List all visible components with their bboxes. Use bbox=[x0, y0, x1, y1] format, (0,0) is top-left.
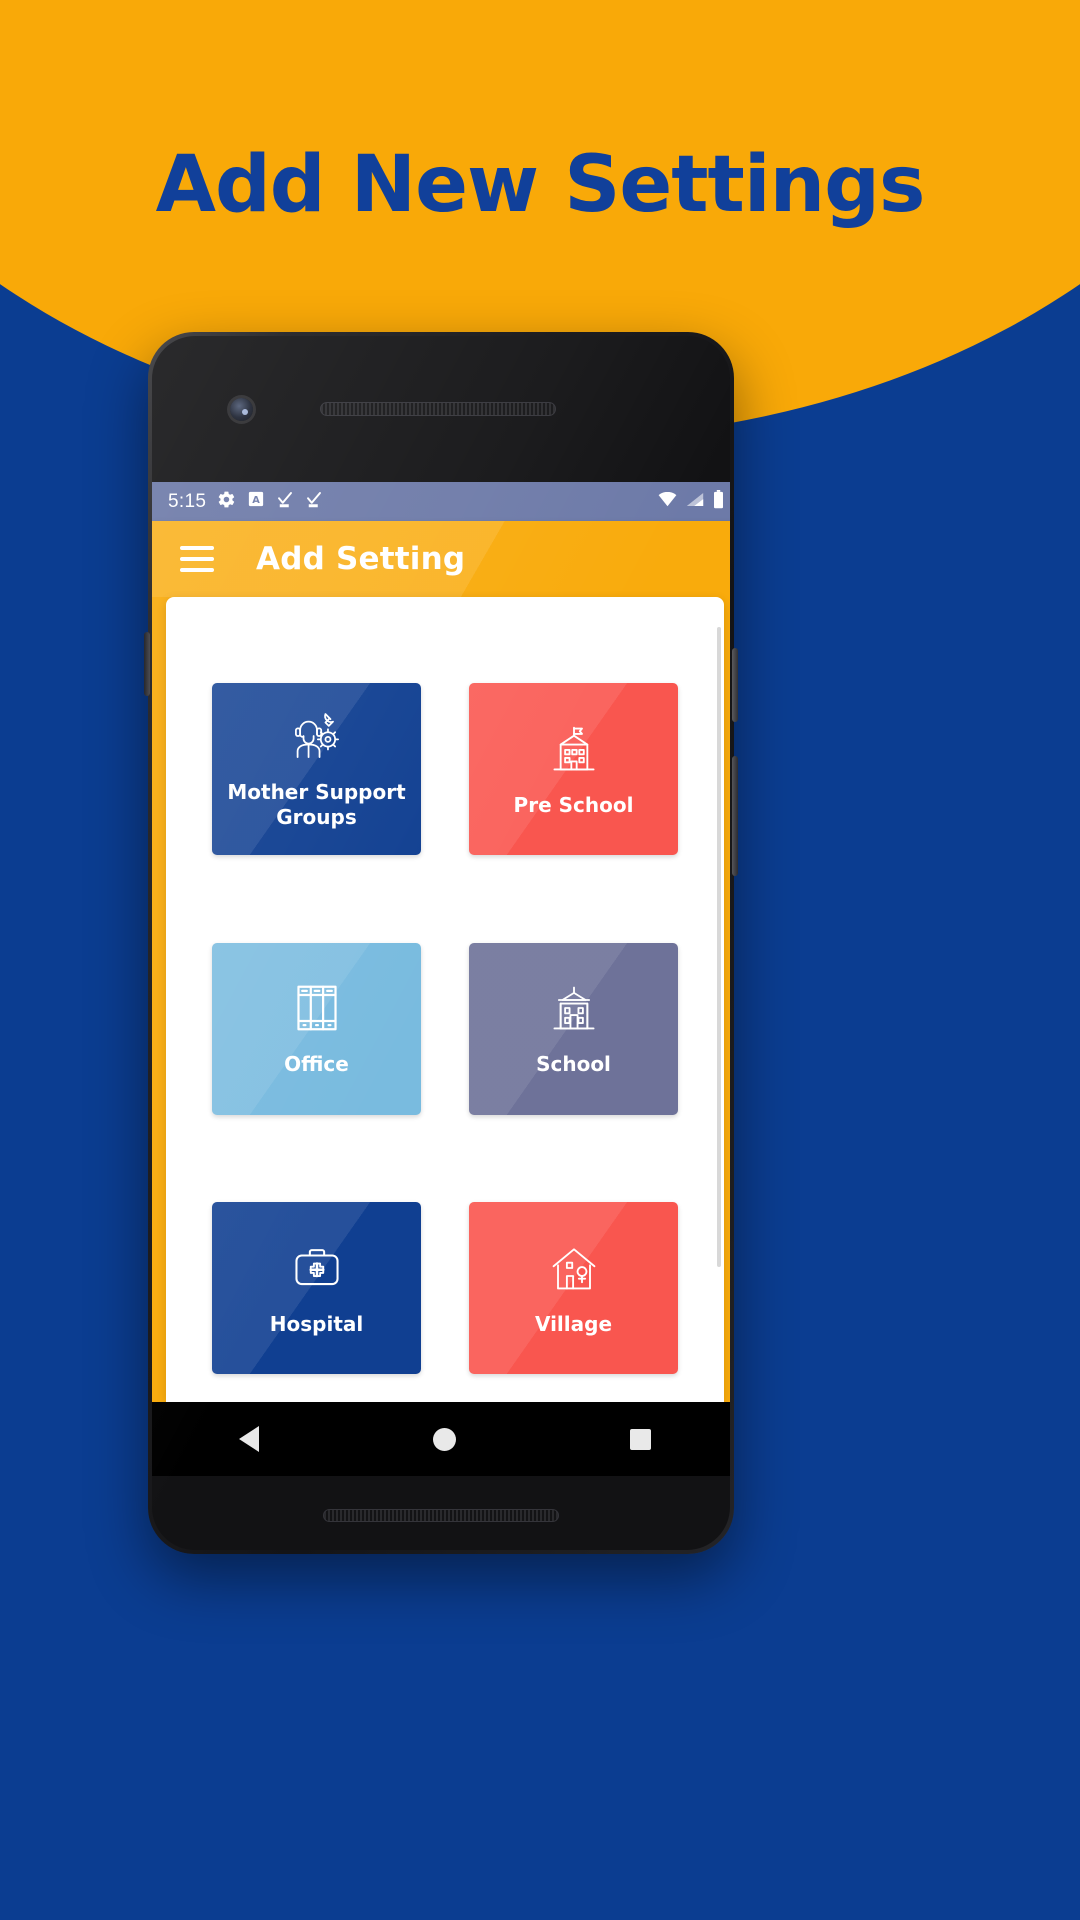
volume-button[interactable] bbox=[732, 756, 738, 876]
settings-grid: Mother Support Groups Pre School Office … bbox=[166, 597, 724, 1402]
tile-mother-support-groups[interactable]: Mother Support Groups bbox=[212, 683, 421, 855]
medical-kit-icon bbox=[292, 1240, 342, 1296]
app-bar: Add Setting bbox=[152, 521, 730, 597]
app-bar-title: Add Setting bbox=[256, 541, 466, 577]
office-binders-icon bbox=[294, 980, 340, 1036]
pre-school-building-icon bbox=[549, 721, 599, 777]
tile-label: Village bbox=[534, 1311, 613, 1336]
a-box-icon: A bbox=[247, 490, 265, 513]
earpiece-speaker bbox=[320, 402, 556, 416]
battery-icon bbox=[713, 489, 724, 514]
tile-hospital[interactable]: Hospital bbox=[212, 1202, 421, 1375]
svg-text:A: A bbox=[252, 495, 260, 506]
tile-village[interactable]: Village bbox=[469, 1202, 678, 1375]
home-circle-icon[interactable] bbox=[433, 1427, 456, 1451]
phone-screen: 5:15 A Add Setting Mother Support Groups… bbox=[152, 482, 730, 1402]
tile-label: Mother Support Groups bbox=[227, 780, 406, 829]
check-download-icon bbox=[305, 490, 323, 513]
school-building-icon bbox=[548, 980, 600, 1036]
settings-card: Mother Support Groups Pre School Office … bbox=[166, 597, 724, 1402]
content-area: Mother Support Groups Pre School Office … bbox=[152, 597, 730, 1402]
tile-label: Pre School bbox=[513, 792, 634, 817]
status-bar: 5:15 A bbox=[152, 482, 730, 521]
village-house-icon bbox=[549, 1240, 599, 1296]
support-agent-icon bbox=[290, 708, 344, 764]
front-camera-icon bbox=[230, 398, 253, 421]
vertical-scrollbar[interactable] bbox=[717, 627, 721, 1267]
wifi-icon bbox=[658, 491, 677, 512]
recents-square-icon[interactable] bbox=[630, 1428, 651, 1450]
phone-top-bezel bbox=[152, 336, 730, 482]
back-triangle-icon[interactable] bbox=[239, 1426, 259, 1452]
tile-school[interactable]: School bbox=[469, 942, 678, 1115]
tile-label: Office bbox=[284, 1052, 349, 1077]
tile-office[interactable]: Office bbox=[212, 942, 421, 1115]
status-bar-clock: 5:15 bbox=[168, 490, 207, 512]
page-title: Add New Settings bbox=[155, 140, 926, 230]
power-button[interactable] bbox=[732, 648, 738, 722]
phone-bottom-bezel bbox=[152, 1468, 730, 1550]
poster-stage: Add New Settings 5:15 A Add Setting Moth… bbox=[0, 0, 1080, 1920]
check-download-icon bbox=[276, 490, 294, 513]
bottom-speaker bbox=[323, 1509, 559, 1522]
android-navigation-bar bbox=[152, 1402, 730, 1476]
hamburger-menu-icon[interactable] bbox=[180, 546, 214, 572]
gear-icon bbox=[217, 490, 236, 514]
tile-pre-school[interactable]: Pre School bbox=[469, 683, 678, 855]
tile-label: School bbox=[536, 1052, 611, 1077]
side-button-left[interactable] bbox=[144, 632, 150, 696]
phone-mockup: 5:15 A Add Setting Mother Support Groups… bbox=[144, 332, 738, 1554]
tile-label: Hospital bbox=[269, 1311, 364, 1336]
cellular-signal-icon bbox=[686, 492, 704, 512]
